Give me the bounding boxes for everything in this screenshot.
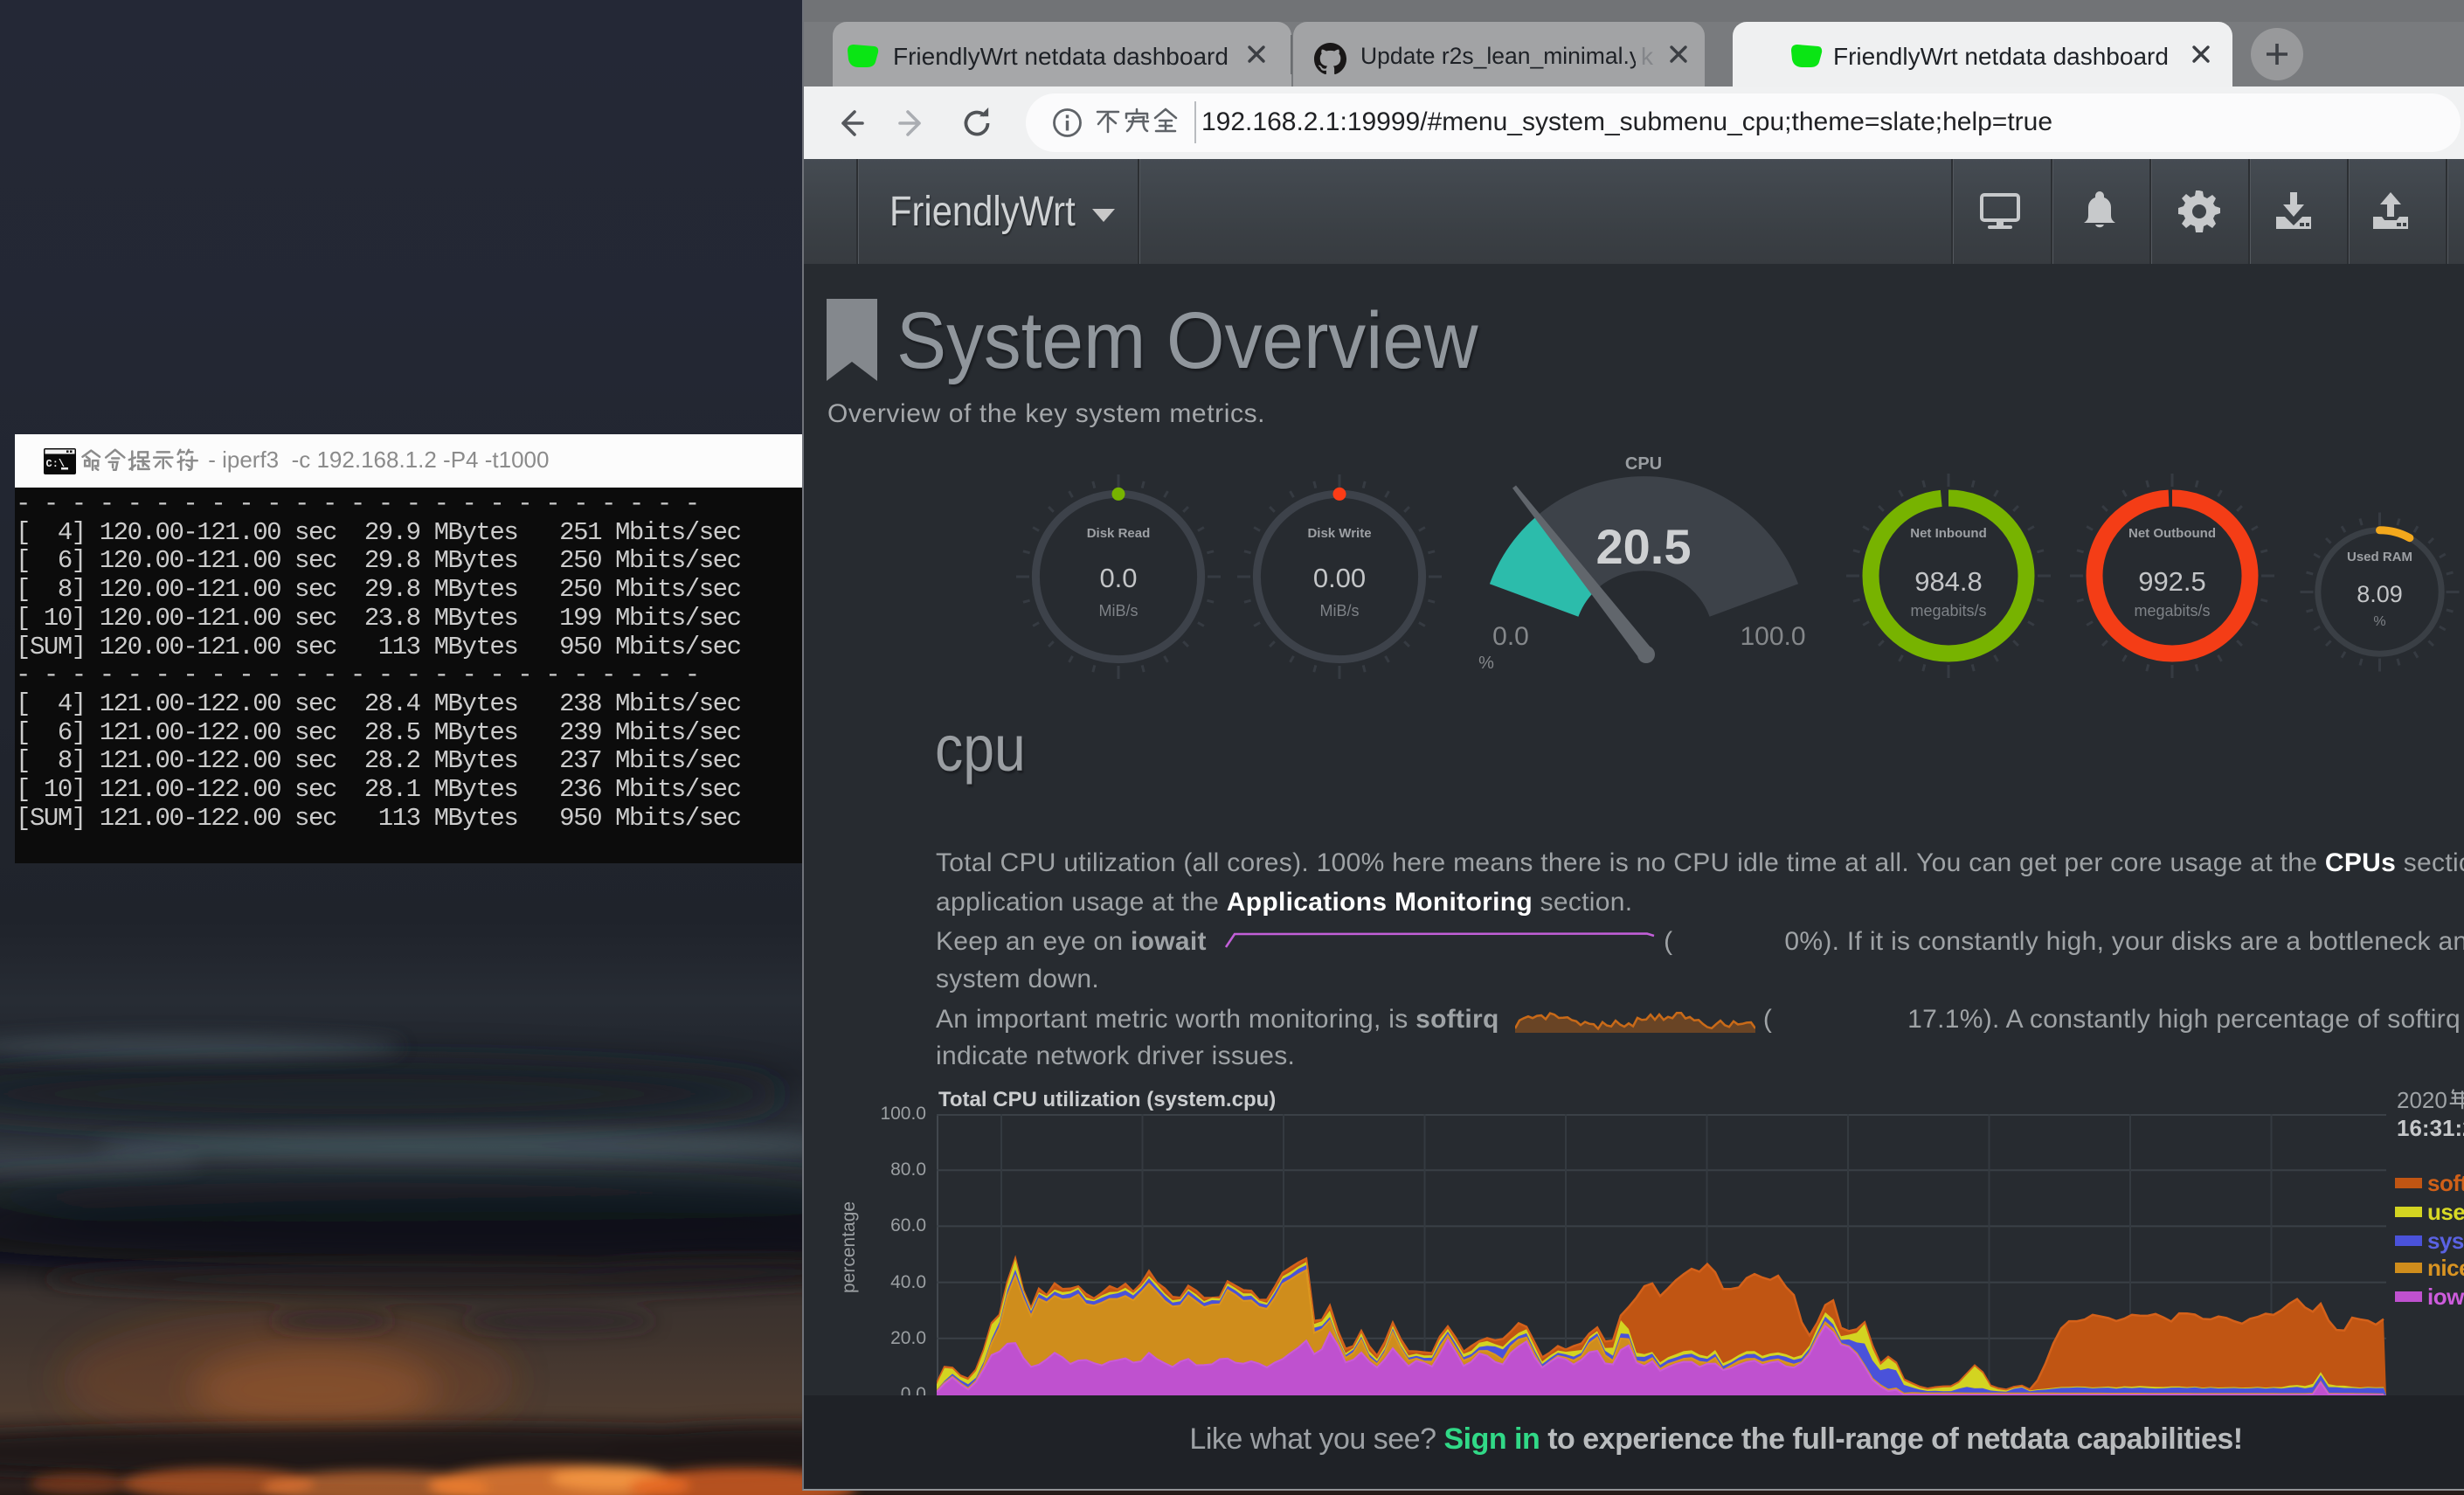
svg-text:Net Outbound: Net Outbound bbox=[2128, 526, 2216, 541]
svg-text:Disk Read: Disk Read bbox=[1087, 526, 1151, 541]
svg-text:100.0: 100.0 bbox=[1740, 622, 1805, 651]
svg-text:0.0: 0.0 bbox=[1099, 563, 1137, 593]
svg-text:megabits/s: megabits/s bbox=[1910, 602, 1986, 619]
svg-text:Net Inbound: Net Inbound bbox=[1910, 526, 1986, 541]
svg-text:megabits/s: megabits/s bbox=[2134, 602, 2210, 619]
svg-text:MiB/s: MiB/s bbox=[1099, 602, 1139, 619]
svg-text:%: % bbox=[1478, 654, 1494, 673]
svg-text:CPU: CPU bbox=[1625, 454, 1662, 474]
svg-text:%: % bbox=[2373, 614, 2385, 629]
svg-text:Disk Write: Disk Write bbox=[1307, 526, 1371, 541]
svg-text:Used RAM: Used RAM bbox=[2347, 550, 2412, 564]
svg-text:984.8: 984.8 bbox=[1914, 566, 1983, 597]
svg-text:20.5: 20.5 bbox=[1596, 519, 1692, 574]
svg-text:8.09: 8.09 bbox=[2357, 581, 2403, 607]
svg-text:0.0: 0.0 bbox=[1492, 622, 1529, 651]
svg-text:992.5: 992.5 bbox=[2138, 566, 2206, 597]
svg-text:0.00: 0.00 bbox=[1313, 563, 1366, 593]
svg-text:MiB/s: MiB/s bbox=[1320, 602, 1360, 619]
